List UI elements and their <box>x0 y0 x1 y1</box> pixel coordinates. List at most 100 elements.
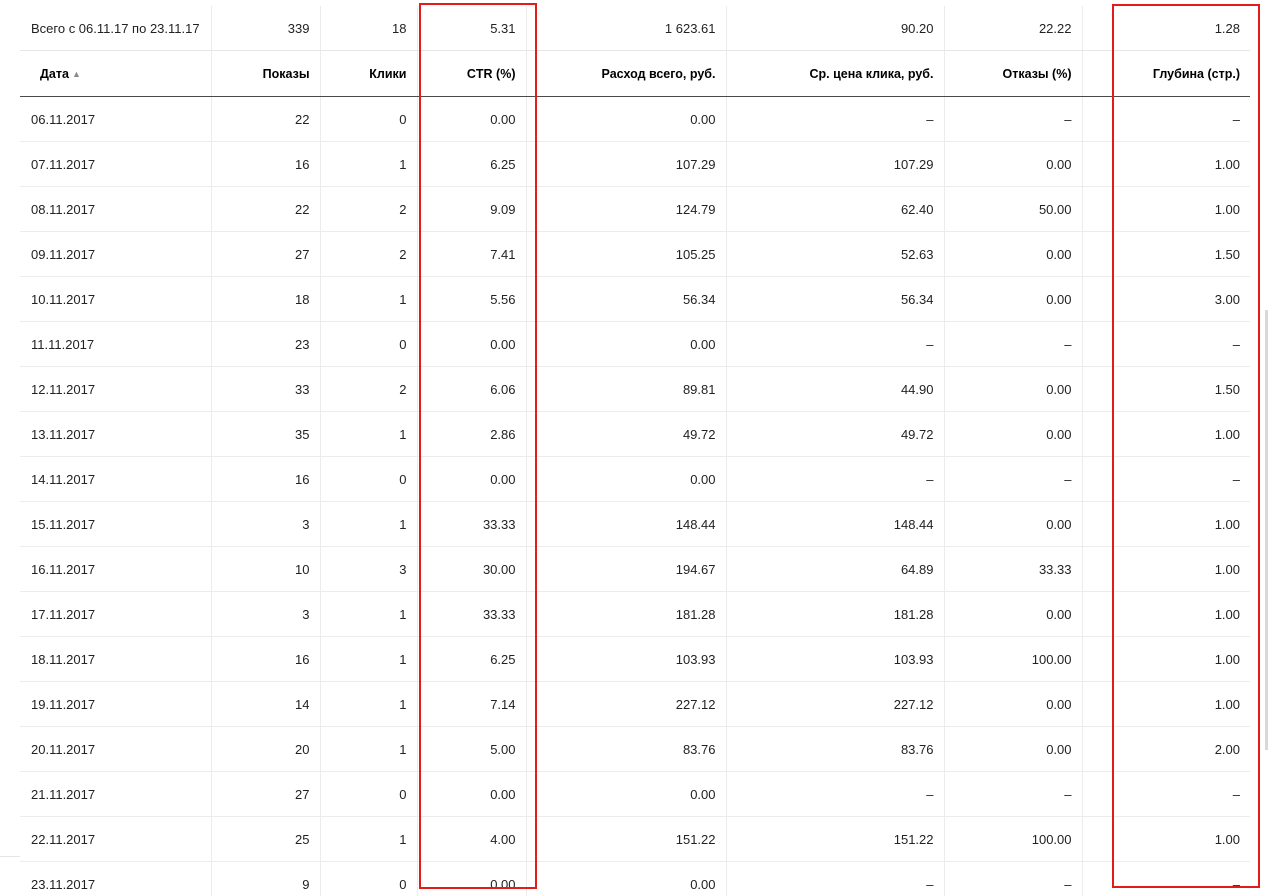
cell-depth: 1.50 <box>1082 231 1250 277</box>
cell-impressions: 27 <box>211 231 321 277</box>
cell-clicks: 1 <box>320 411 418 457</box>
cell-date: 22.11.2017 <box>20 816 212 862</box>
cell-depth: 1.00 <box>1082 816 1250 862</box>
table-row: 10.11.2017 18 1 5.56 56.34 56.34 0.00 3.00 <box>20 276 1250 322</box>
cell-clicks: 1 <box>320 141 418 187</box>
cell-depth: – <box>1082 771 1250 817</box>
cell-date: 19.11.2017 <box>20 681 212 727</box>
cell-depth: 1.00 <box>1082 591 1250 637</box>
cell-clicks: 0 <box>320 771 418 817</box>
cell-bounces: – <box>944 771 1083 817</box>
cell-bounces: 0.00 <box>944 501 1083 547</box>
cell-spend: 148.44 <box>526 501 727 547</box>
cell-impressions: 22 <box>211 186 321 232</box>
cell-impressions: 16 <box>211 141 321 187</box>
cell-depth: 3.00 <box>1082 276 1250 322</box>
cell-depth: – <box>1082 861 1250 896</box>
totals-ctr: 5.31 <box>417 6 527 51</box>
cell-spend: 103.93 <box>526 636 727 682</box>
cell-ctr: 0.00 <box>417 321 527 367</box>
cell-bounces: 50.00 <box>944 186 1083 232</box>
cell-impressions: 33 <box>211 366 321 412</box>
column-header-bounces[interactable]: Отказы (%) <box>944 50 1083 97</box>
table-row: 12.11.2017 33 2 6.06 89.81 44.90 0.00 1.50 <box>20 366 1250 412</box>
cell-bounces: 0.00 <box>944 141 1083 187</box>
cell-impressions: 3 <box>211 591 321 637</box>
column-header-row: Дата ▲ Показы Клики CTR (%) Расход всего,… <box>20 50 1250 97</box>
cell-depth: 1.00 <box>1082 141 1250 187</box>
column-header-clicks[interactable]: Клики <box>320 50 418 97</box>
cell-spend: 83.76 <box>526 726 727 772</box>
cell-date: 16.11.2017 <box>20 546 212 592</box>
cell-impressions: 23 <box>211 321 321 367</box>
table-row: 20.11.2017 20 1 5.00 83.76 83.76 0.00 2.00 <box>20 726 1250 772</box>
cell-date: 14.11.2017 <box>20 456 212 502</box>
column-header-date[interactable]: Дата ▲ <box>20 50 212 97</box>
totals-spend: 1 623.61 <box>526 6 727 51</box>
cell-bounces: – <box>944 456 1083 502</box>
cell-impressions: 20 <box>211 726 321 772</box>
cell-ctr: 2.86 <box>417 411 527 457</box>
cell-avg-cpc: 44.90 <box>726 366 945 412</box>
cell-impressions: 35 <box>211 411 321 457</box>
cell-spend: 181.28 <box>526 591 727 637</box>
cell-date: 17.11.2017 <box>20 591 212 637</box>
cell-clicks: 1 <box>320 681 418 727</box>
cell-clicks: 1 <box>320 816 418 862</box>
column-header-spend[interactable]: Расход всего, руб. <box>526 50 727 97</box>
cell-impressions: 14 <box>211 681 321 727</box>
cell-spend: 151.22 <box>526 816 727 862</box>
cell-spend: 105.25 <box>526 231 727 277</box>
cell-bounces: 0.00 <box>944 411 1083 457</box>
cell-clicks: 0 <box>320 861 418 896</box>
totals-row: Всего с 06.11.17 по 23.11.17 339 18 5.31… <box>20 6 1250 51</box>
cell-depth: 1.00 <box>1082 501 1250 547</box>
cell-avg-cpc: 83.76 <box>726 726 945 772</box>
table-row: 15.11.2017 3 1 33.33 148.44 148.44 0.00 1.00 <box>20 501 1250 547</box>
cell-depth: – <box>1082 96 1250 142</box>
cell-clicks: 1 <box>320 636 418 682</box>
cell-depth: – <box>1082 456 1250 502</box>
cell-avg-cpc: 151.22 <box>726 816 945 862</box>
divider <box>0 856 20 857</box>
cell-avg-cpc: – <box>726 456 945 502</box>
cell-spend: 0.00 <box>526 321 727 367</box>
cell-clicks: 1 <box>320 591 418 637</box>
cell-avg-cpc: 49.72 <box>726 411 945 457</box>
column-header-depth[interactable]: Глубина (стр.) <box>1082 50 1250 97</box>
cell-clicks: 3 <box>320 546 418 592</box>
cell-ctr: 9.09 <box>417 186 527 232</box>
cell-impressions: 10 <box>211 546 321 592</box>
cell-bounces: 0.00 <box>944 366 1083 412</box>
cell-clicks: 2 <box>320 186 418 232</box>
cell-ctr: 5.00 <box>417 726 527 772</box>
cell-ctr: 0.00 <box>417 771 527 817</box>
statistics-table: Всего с 06.11.17 по 23.11.17 339 18 5.31… <box>20 6 1250 896</box>
cell-spend: 227.12 <box>526 681 727 727</box>
column-header-impressions[interactable]: Показы <box>211 50 321 97</box>
cell-avg-cpc: 62.40 <box>726 186 945 232</box>
table-row: 06.11.2017 22 0 0.00 0.00– – – <box>20 96 1250 142</box>
cell-avg-cpc: 64.89 <box>726 546 945 592</box>
cell-avg-cpc: 103.93 <box>726 636 945 682</box>
cell-date: 20.11.2017 <box>20 726 212 772</box>
cell-ctr: 33.33 <box>417 501 527 547</box>
cell-depth: – <box>1082 321 1250 367</box>
column-header-avg-cpc[interactable]: Ср. цена клика, руб. <box>726 50 945 97</box>
cell-impressions: 18 <box>211 276 321 322</box>
cell-bounces: 33.33 <box>944 546 1083 592</box>
cell-avg-cpc: 52.63 <box>726 231 945 277</box>
table-row: 17.11.2017 3 1 33.33 181.28 181.28 0.00 1.00 <box>20 591 1250 637</box>
table-body: 06.11.2017 22 0 0.00 0.00– – –07.11.2017 16 1 6.2… <box>20 96 1250 896</box>
column-header-ctr[interactable]: CTR (%) <box>417 50 527 97</box>
cell-spend: 124.79 <box>526 186 727 232</box>
cell-avg-cpc: – <box>726 96 945 142</box>
cell-avg-cpc: 181.28 <box>726 591 945 637</box>
cell-avg-cpc: 56.34 <box>726 276 945 322</box>
cell-impressions: 25 <box>211 816 321 862</box>
stats-report: Всего с 06.11.17 по 23.11.17 339 18 5.31… <box>0 0 1268 896</box>
cell-impressions: 9 <box>211 861 321 896</box>
cell-ctr: 0.00 <box>417 861 527 896</box>
cell-impressions: 3 <box>211 501 321 547</box>
cell-avg-cpc: 148.44 <box>726 501 945 547</box>
